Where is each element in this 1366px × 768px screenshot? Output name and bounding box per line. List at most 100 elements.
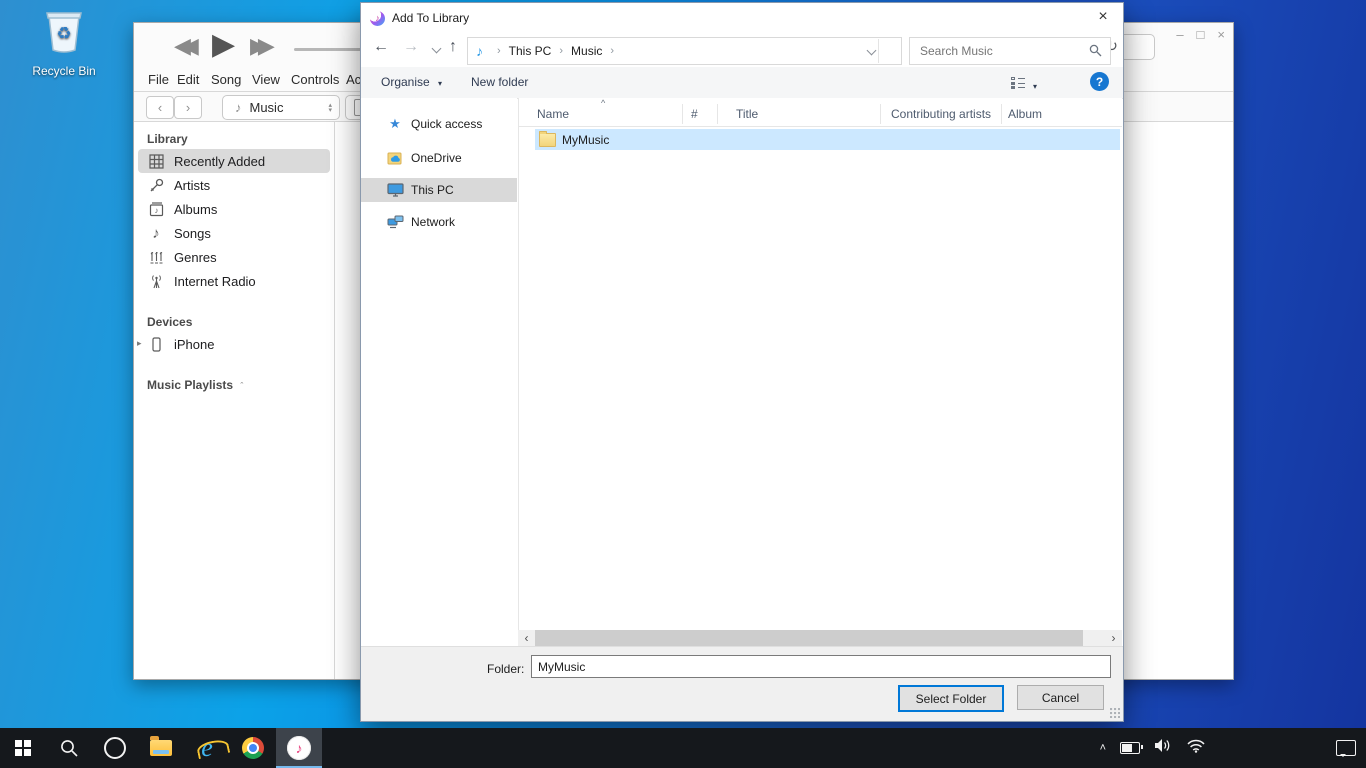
rewind-icon[interactable]: ◀◀ (174, 33, 190, 59)
list-view-icon (1011, 77, 1025, 89)
selector-spinner-icon: ▴▾ (328, 103, 332, 113)
scroll-right-icon[interactable]: › (1105, 630, 1122, 647)
fast-forward-icon[interactable]: ▶▶ (250, 33, 266, 59)
view-mode-button[interactable]: ▾ (1011, 77, 1037, 92)
cortana-icon (104, 737, 126, 759)
new-folder-button[interactable]: New folder (471, 75, 528, 89)
select-folder-button[interactable]: Select Folder (898, 685, 1004, 712)
desktop: ♻ Recycle Bin ◀◀ ▶ ▶▶ File Edit Song Vie… (0, 0, 1366, 768)
menu-controls[interactable]: Controls (291, 72, 339, 87)
sidebar-item-genres[interactable]: Genres (138, 245, 330, 269)
start-button[interactable] (0, 728, 46, 768)
menu-view[interactable]: View (252, 72, 280, 87)
itunes-back-button[interactable]: ‹ (146, 96, 174, 119)
back-button[interactable]: ← (373, 38, 389, 56)
file-explorer-button[interactable] (138, 728, 184, 768)
address-dropdown-icon[interactable] (867, 46, 877, 56)
battery-icon[interactable] (1120, 742, 1140, 754)
itunes-icon: ♪ (287, 736, 311, 760)
scroll-left-icon[interactable]: ‹ (518, 630, 535, 647)
music-note-icon: ♪ (235, 100, 242, 115)
sidebar-item-artists[interactable]: Artists (138, 173, 330, 197)
column-number[interactable]: # (691, 107, 698, 121)
menu-song[interactable]: Song (211, 72, 241, 87)
taskbar-search-button[interactable] (46, 728, 92, 768)
column-name[interactable]: Name (537, 107, 569, 121)
file-list: ^ Name # Title Contributing artists Albu… (518, 98, 1122, 630)
breadcrumb-this-pc[interactable]: This PC (509, 44, 552, 58)
scrollbar-thumb[interactable] (535, 630, 1083, 647)
tray-expand-icon[interactable]: ˄ (1100, 742, 1106, 754)
recent-locations-chevron-icon[interactable] (432, 44, 442, 54)
divider (717, 104, 718, 124)
dialog-toolbar: Organise ▾ New folder ▾ ? (361, 67, 1123, 99)
forward-button[interactable]: → (403, 38, 419, 56)
minimize-icon[interactable]: – (1176, 27, 1183, 42)
sidebar-item-label: Internet Radio (174, 274, 256, 289)
horizontal-scrollbar[interactable]: ‹ › (518, 630, 1122, 647)
search-input[interactable] (918, 40, 1082, 62)
close-icon[interactable]: × (1217, 27, 1225, 42)
note-icon: ♪ (147, 224, 165, 242)
column-title[interactable]: Title (736, 107, 758, 121)
help-button[interactable]: ? (1090, 72, 1109, 91)
music-note-icon: ♪ (476, 43, 483, 59)
album-icon: ♪ (147, 200, 165, 218)
dialog-footer: Folder: Select Folder Cancel (361, 646, 1123, 721)
this-pc-icon (385, 183, 405, 197)
menu-edit[interactable]: Edit (177, 72, 199, 87)
search-icon[interactable] (1089, 44, 1102, 60)
nav-item-this-pc[interactable]: This PC (361, 178, 517, 202)
volume-icon[interactable] (1154, 738, 1172, 758)
taskbar: e ♪ ˄ (0, 728, 1366, 768)
nav-item-network[interactable]: Network (361, 210, 517, 234)
file-row-mymusic[interactable]: MyMusic (535, 129, 1120, 150)
play-icon[interactable]: ▶ (212, 27, 226, 62)
sidebar-item-recently-added[interactable]: Recently Added (138, 149, 330, 173)
chrome-button[interactable] (230, 728, 276, 768)
dialog-titlebar: ♪ Add To Library × (361, 3, 1123, 33)
media-kind-label: Music (250, 100, 284, 115)
iphone-icon (147, 335, 165, 353)
breadcrumb-music[interactable]: Music (571, 44, 602, 58)
address-bar[interactable]: ♪ › This PC › Music › (467, 37, 902, 65)
sidebar-item-label: Recently Added (174, 154, 265, 169)
cancel-button[interactable]: Cancel (1017, 685, 1104, 710)
cortana-button[interactable] (92, 728, 138, 768)
caret-down-icon: ▾ (1033, 82, 1037, 91)
sidebar-item-songs[interactable]: ♪ Songs (138, 221, 330, 245)
folder-field-label: Folder: (487, 662, 524, 676)
sidebar-item-iphone[interactable]: ▸ iPhone (138, 332, 330, 356)
sidebar-item-label: Albums (174, 202, 217, 217)
column-contributing-artists[interactable]: Contributing artists (891, 107, 991, 121)
close-icon[interactable]: × (1089, 6, 1117, 28)
wifi-icon[interactable] (1186, 738, 1206, 758)
windows-logo-icon (15, 740, 31, 756)
music-playlists-header[interactable]: Music Playlists ˆ (147, 378, 334, 392)
media-kind-selector[interactable]: ♪ Music ▴▾ (222, 95, 340, 120)
nav-item-quick-access[interactable]: ★ Quick access (361, 112, 517, 136)
column-album[interactable]: Album (1008, 107, 1042, 121)
divider (880, 104, 881, 124)
sidebar-item-label: iPhone (174, 337, 214, 352)
dialog-nav-pane: ★ Quick access OneDrive This PC Network (361, 98, 517, 647)
internet-explorer-button[interactable]: e (184, 728, 230, 768)
organise-button[interactable]: Organise ▾ (381, 75, 442, 89)
action-center-icon[interactable] (1336, 740, 1356, 756)
itunes-taskbar-button[interactable]: ♪ (276, 728, 322, 768)
dialog-title: Add To Library (392, 11, 469, 25)
recycle-bin-desktop-icon[interactable]: ♻ Recycle Bin (28, 6, 100, 78)
itunes-window-controls: – □ × (1176, 27, 1225, 42)
resize-grip[interactable] (1110, 708, 1120, 718)
folder-name-input[interactable] (531, 655, 1111, 678)
expand-arrow-icon[interactable]: ▸ (137, 338, 142, 349)
nav-item-onedrive[interactable]: OneDrive (361, 146, 517, 170)
itunes-forward-button[interactable]: › (174, 96, 202, 119)
up-button[interactable]: ↑ (449, 38, 457, 56)
maximize-icon[interactable]: □ (1197, 27, 1205, 42)
menu-file[interactable]: File (148, 72, 169, 87)
sidebar-item-albums[interactable]: ♪ Albums (138, 197, 330, 221)
sidebar-item-internet-radio[interactable]: Internet Radio (138, 269, 330, 293)
system-tray: ˄ (1100, 738, 1366, 758)
divider (682, 104, 683, 124)
